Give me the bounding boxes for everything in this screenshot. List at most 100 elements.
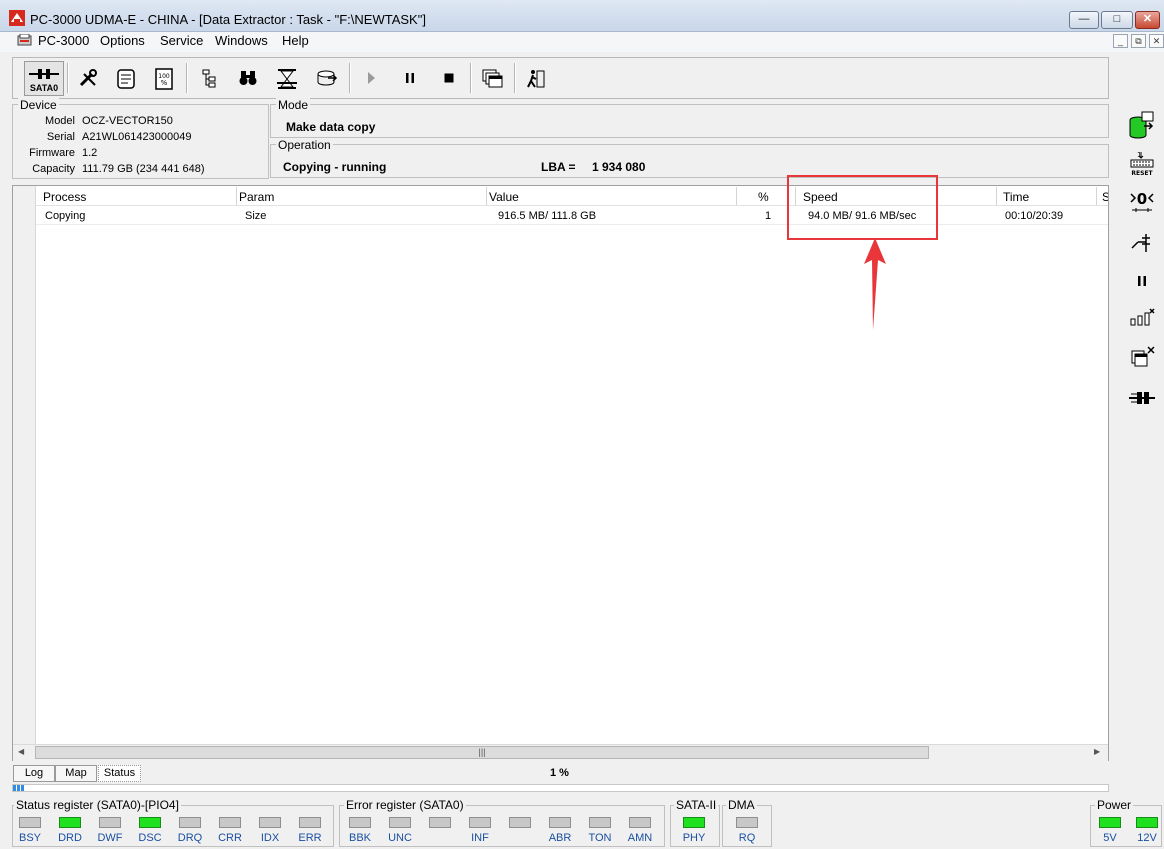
mdi-close-button[interactable]: ✕ xyxy=(1149,34,1164,48)
cell-percent: 1 xyxy=(765,210,772,222)
led-error_register-unlabeled xyxy=(429,817,451,828)
toolbar-separator xyxy=(349,63,351,93)
head-icon: 0 xyxy=(1130,190,1154,212)
tab-map[interactable]: Map xyxy=(55,765,97,782)
database-button[interactable] xyxy=(1128,110,1156,140)
flag-inf: INF xyxy=(471,832,489,844)
operation-group-label: Operation xyxy=(276,138,333,152)
windows-button[interactable] xyxy=(476,62,508,94)
column-divider[interactable] xyxy=(996,187,997,205)
menu-service[interactable]: Service xyxy=(160,33,203,48)
flag-12v: 12V xyxy=(1137,832,1157,844)
database-icon xyxy=(1129,111,1154,139)
percent-icon: 100 % xyxy=(155,68,173,90)
scroll-left-icon[interactable]: ◀ xyxy=(18,747,24,756)
tree-icon xyxy=(202,69,216,88)
column-time[interactable]: Time xyxy=(1003,190,1029,204)
play-icon xyxy=(368,72,375,84)
led-idx xyxy=(259,817,281,828)
exit-icon xyxy=(527,70,545,88)
lba-label: LBA = xyxy=(541,160,576,174)
reset-button[interactable]: 1 RESET xyxy=(1128,148,1156,178)
flag-dwf: DWF xyxy=(97,832,123,844)
led-error_register-unlabeled xyxy=(509,817,531,828)
report-button[interactable] xyxy=(110,62,142,94)
progress-bar xyxy=(12,784,1109,792)
led-unc xyxy=(389,817,411,828)
column-divider[interactable] xyxy=(236,187,237,205)
status-register-label: Status register (SATA0)-[PIO4] xyxy=(14,798,181,812)
scrollbar-thumb[interactable]: ||| xyxy=(35,746,929,759)
firmware-value: 1.2 xyxy=(82,147,98,159)
lba-value: 1 934 080 xyxy=(592,160,646,174)
progress-text: 1 % xyxy=(550,767,569,779)
led-drq xyxy=(179,817,201,828)
cell-param: Size xyxy=(245,210,267,222)
flag-ton: TON xyxy=(588,832,612,844)
export-button[interactable] xyxy=(311,62,343,94)
play-button[interactable] xyxy=(355,62,387,94)
led-dsc xyxy=(139,817,161,828)
mode-group-label: Mode xyxy=(276,98,311,112)
search-button[interactable] xyxy=(232,62,264,94)
led-drd xyxy=(59,817,81,828)
tab-log[interactable]: Log xyxy=(13,765,55,782)
close-windows-button[interactable] xyxy=(1128,343,1156,373)
led-phy xyxy=(683,817,705,828)
column-value[interactable]: Value xyxy=(489,190,519,204)
flag-drd: DRD xyxy=(58,832,82,844)
graph-icon xyxy=(1130,308,1155,326)
close-button[interactable]: ✕ xyxy=(1135,11,1160,29)
minimize-button[interactable]: — xyxy=(1069,11,1099,29)
connector-button[interactable] xyxy=(1128,383,1156,413)
column-divider[interactable] xyxy=(736,187,737,205)
pause-icon xyxy=(1138,276,1146,286)
column-param[interactable]: Param xyxy=(239,190,274,204)
pause-button[interactable] xyxy=(394,62,426,94)
percent-button[interactable]: 100 % xyxy=(148,62,180,94)
flag-rq: RQ xyxy=(738,832,756,844)
serial-label: Serial xyxy=(46,131,75,143)
column-divider[interactable] xyxy=(486,187,487,205)
toolbar-separator xyxy=(514,63,516,93)
exit-button[interactable] xyxy=(520,62,552,94)
mode-value: Make data copy xyxy=(286,120,376,134)
model-value: OCZ-VECTOR150 xyxy=(82,115,173,127)
document-menu-icon[interactable] xyxy=(17,34,32,47)
timer-button[interactable] xyxy=(271,62,303,94)
sata-port-button[interactable]: SATA0 xyxy=(24,61,64,96)
svg-text:0: 0 xyxy=(1137,190,1147,208)
column-process[interactable]: Process xyxy=(43,190,86,204)
windows-icon xyxy=(482,69,503,88)
flag-phy: PHY xyxy=(682,832,706,844)
menu-windows[interactable]: Windows xyxy=(215,33,268,48)
tree-button[interactable] xyxy=(194,62,226,94)
led-5v xyxy=(1099,817,1121,828)
led-inf xyxy=(469,817,491,828)
mdi-restore-button[interactable]: ⧉ xyxy=(1131,34,1146,48)
scroll-right-icon[interactable]: ▶ xyxy=(1094,747,1100,756)
flag-crr: CRR xyxy=(218,832,242,844)
head-button[interactable]: 0 xyxy=(1128,186,1156,216)
toolbar-separator xyxy=(67,63,69,93)
graph-button[interactable] xyxy=(1128,303,1156,333)
maximize-button[interactable]: □ xyxy=(1101,11,1133,29)
stop-button[interactable] xyxy=(433,62,465,94)
menu-pc3000[interactable]: PC-3000 xyxy=(38,33,89,48)
wiring-button[interactable] xyxy=(1128,226,1156,256)
flag-bbk: BBK xyxy=(348,832,371,844)
tools-button[interactable] xyxy=(72,62,104,94)
mdi-minimize-button[interactable]: _ xyxy=(1113,34,1128,48)
tab-status[interactable]: Status xyxy=(98,765,141,782)
menu-help[interactable]: Help xyxy=(282,33,309,48)
binoculars-icon xyxy=(239,71,257,85)
sidebar-pause-button[interactable] xyxy=(1128,266,1156,296)
flag-dsc: DSC xyxy=(138,832,162,844)
led-12v xyxy=(1136,817,1158,828)
column-s[interactable]: S xyxy=(1102,190,1108,204)
column-percent[interactable]: % xyxy=(758,190,769,204)
led-bsy xyxy=(19,817,41,828)
column-divider[interactable] xyxy=(1096,187,1097,205)
menu-options[interactable]: Options xyxy=(100,33,145,48)
app-icon xyxy=(9,10,25,26)
